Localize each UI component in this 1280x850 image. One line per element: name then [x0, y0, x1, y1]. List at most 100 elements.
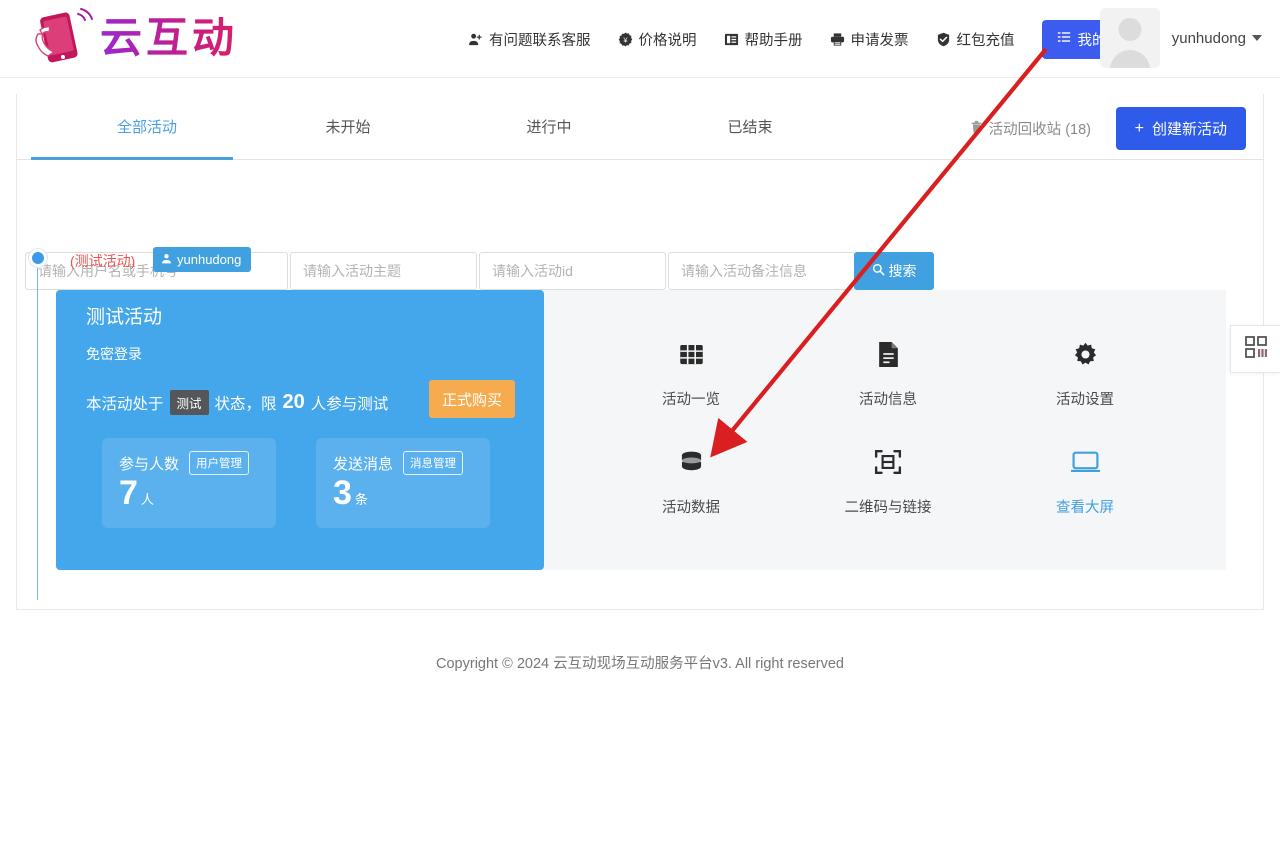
- search-icon: [872, 263, 885, 279]
- chevron-down-icon: [1252, 35, 1262, 41]
- stat-label: 发送消息: [333, 455, 394, 473]
- avatar-head: [1118, 18, 1142, 41]
- create-activity-label: 创建新活动: [1151, 121, 1227, 138]
- activity-summary-card: 测试活动 免密登录 本活动处于 测试 状态，限 20 人参与测试 正式购买 参与…: [56, 290, 544, 570]
- tab-not-started[interactable]: 未开始: [248, 116, 448, 137]
- action-activity-info[interactable]: 活动信息: [788, 336, 988, 409]
- nav-label: 红包充值: [956, 32, 1015, 49]
- stat-unit: 条: [354, 492, 368, 507]
- search-button[interactable]: 搜索: [854, 252, 934, 290]
- status-middle: 状态，限: [214, 395, 277, 413]
- activity-owner-badge[interactable]: yunhudong: [153, 247, 252, 272]
- tab-label: 已结束: [727, 119, 773, 136]
- user-support-icon: [468, 32, 483, 47]
- stat-value: 3: [333, 474, 352, 512]
- stat-unit: 人: [140, 492, 154, 507]
- action-activity-data[interactable]: 活动数据: [591, 444, 791, 517]
- recycle-bin-label: 活动回收站 (18): [988, 122, 1091, 138]
- database-icon: [591, 444, 791, 480]
- status-badge: 测试: [169, 390, 209, 415]
- activity-card: 测试活动 免密登录 本活动处于 测试 状态，限 20 人参与测试 正式购买 参与…: [56, 290, 1226, 570]
- printer-icon: [830, 32, 845, 47]
- tab-bar: 全部活动 未开始 进行中 已结束 活动回收站 (18) + 创建新活动: [17, 94, 1263, 160]
- action-label: 活动信息: [859, 392, 917, 408]
- stat-value-wrap: 7人: [119, 476, 154, 510]
- nav-item-invoice[interactable]: 申请发票: [830, 29, 909, 50]
- hand-holding-phone-icon: [28, 6, 94, 70]
- document-icon: [788, 336, 988, 372]
- activity-status-line: 本活动处于 测试 状态，限 20 人参与测试: [86, 390, 388, 415]
- action-label: 活动一览: [662, 392, 720, 408]
- avatar-body: [1109, 50, 1150, 68]
- nav-item-pricing[interactable]: ¥ 价格说明: [618, 29, 697, 50]
- tab-all-activities[interactable]: 全部活动: [47, 116, 247, 137]
- stat-value: 7: [119, 474, 138, 512]
- footer: Copyright © 2024 云互动现场互动服务平台v3. All righ…: [0, 652, 1280, 673]
- activity-owner-label: yunhudong: [177, 252, 242, 267]
- price-tag-icon: ¥: [618, 31, 633, 47]
- trash-icon: [970, 120, 983, 138]
- logo-text: 云互动: [100, 14, 239, 61]
- user-area: yunhudong: [1099, 8, 1262, 68]
- activity-panel: 全部活动 未开始 进行中 已结束 活动回收站 (18) + 创建新活动 请输入用…: [16, 94, 1264, 610]
- user-name-label: yunhudong: [1171, 29, 1246, 47]
- stat-label: 参与人数: [119, 455, 180, 473]
- main-nav: 有问题联系客服 ¥ 价格说明 帮助手册 申请发票 红包充值: [468, 0, 1151, 78]
- message-management-button[interactable]: 消息管理: [403, 451, 464, 475]
- stat-header: 发送消息 消息管理: [333, 451, 464, 475]
- stat-value-wrap: 3条: [333, 476, 368, 510]
- plus-icon: +: [1134, 119, 1144, 137]
- monitor-icon: [985, 444, 1185, 480]
- shield-check-icon: [936, 32, 951, 47]
- copyright-text: Copyright © 2024 云互动现场互动服务平台v3. All righ…: [436, 656, 844, 672]
- action-view-bigscreen[interactable]: 查看大屏: [985, 444, 1185, 517]
- search-input-topic[interactable]: [290, 252, 477, 290]
- timeline-line: [37, 268, 38, 600]
- stat-header: 参与人数 用户管理: [119, 451, 250, 475]
- tab-in-progress[interactable]: 进行中: [449, 116, 649, 137]
- activity-title: 测试活动: [86, 307, 163, 328]
- qr-grid-icon: [1244, 335, 1268, 364]
- purchase-button[interactable]: 正式购买: [429, 380, 515, 418]
- action-activity-overview[interactable]: 活动一览: [591, 336, 791, 409]
- search-button-label: 搜索: [888, 263, 917, 279]
- action-label: 查看大屏: [1056, 500, 1114, 516]
- qr-scan-icon: [788, 444, 988, 480]
- grid-table-icon: [591, 336, 791, 372]
- action-label: 活动数据: [662, 500, 720, 516]
- tab-finished[interactable]: 已结束: [650, 116, 850, 137]
- action-label: 二维码与链接: [844, 500, 932, 516]
- action-qrcode-and-link[interactable]: 二维码与链接: [788, 444, 988, 517]
- list-icon: [1057, 30, 1071, 48]
- floating-qr-widget[interactable]: [1230, 325, 1280, 373]
- action-label: 活动设置: [1056, 392, 1114, 408]
- nav-label: 价格说明: [638, 32, 697, 49]
- tab-label: 进行中: [526, 119, 572, 136]
- action-activity-settings[interactable]: 活动设置: [985, 336, 1185, 409]
- nav-item-redpacket-recharge[interactable]: 红包充值: [936, 29, 1015, 50]
- stat-participants: 参与人数 用户管理 7人: [102, 438, 276, 528]
- user-management-button[interactable]: 用户管理: [189, 451, 250, 475]
- nav-label: 帮助手册: [744, 32, 803, 49]
- stat-messages: 发送消息 消息管理 3条: [316, 438, 490, 528]
- nav-item-contact-support[interactable]: 有问题联系客服: [468, 29, 591, 50]
- gear-icon: [985, 336, 1185, 372]
- filter-bar: 搜索: [17, 160, 1263, 290]
- page-root: 云互动 有问题联系客服 ¥ 价格说明 帮助手册 申请发票 红包充值 yunhud…: [0, 0, 1280, 850]
- tab-label: 全部活动: [116, 119, 177, 136]
- activity-subtitle: 免密登录: [86, 346, 142, 362]
- site-header: 云互动 有问题联系客服 ¥ 价格说明 帮助手册 申请发票 红包充值 yunhud…: [0, 0, 1280, 78]
- user-menu[interactable]: yunhudong: [1172, 30, 1262, 47]
- nav-item-help-manual[interactable]: 帮助手册: [724, 29, 803, 50]
- status-limit: 20: [282, 391, 305, 413]
- recycle-bin-link[interactable]: 活动回收站 (18): [970, 118, 1091, 139]
- create-activity-button[interactable]: + 创建新活动: [1115, 107, 1246, 150]
- status-suffix: 人参与测试: [310, 395, 389, 413]
- logo[interactable]: 云互动: [28, 6, 238, 70]
- avatar[interactable]: [1099, 8, 1160, 68]
- search-input-remark[interactable]: [668, 252, 855, 290]
- nav-label: 申请发票: [850, 32, 909, 49]
- user-icon: [161, 252, 172, 267]
- search-input-activity-id[interactable]: [479, 252, 666, 290]
- nav-label: 有问题联系客服: [489, 32, 591, 49]
